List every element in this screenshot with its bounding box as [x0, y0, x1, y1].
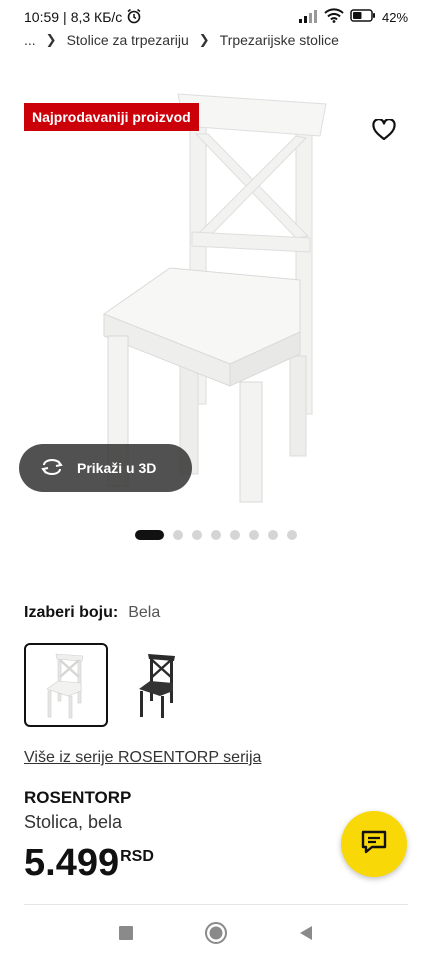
divider	[24, 904, 408, 905]
breadcrumb-item-dining-chairs-sub[interactable]: Trpezarijske stolice	[220, 32, 339, 48]
product-price: 5.499 RSD	[24, 842, 154, 884]
status-time: 10:59	[24, 9, 60, 25]
chat-button[interactable]	[341, 811, 407, 877]
color-label: Izaberi boju:	[24, 604, 119, 621]
battery-icon	[350, 9, 376, 25]
chevron-right-icon: ❯	[198, 32, 210, 47]
status-net-speed: 8,3 КБ/с	[70, 9, 123, 25]
carousel-dot[interactable]	[211, 530, 221, 540]
status-bar: 10:59 | 8,3 КБ/с 42%	[0, 0, 432, 34]
color-option-black[interactable]	[116, 643, 200, 727]
carousel-dot[interactable]	[230, 530, 240, 540]
chat-icon	[361, 830, 387, 859]
nav-back-icon[interactable]	[298, 924, 314, 947]
color-value: Bela	[128, 604, 161, 621]
alarm-icon	[126, 8, 142, 27]
breadcrumb-item-dining-chairs[interactable]: Stolice za trpezariju	[67, 32, 189, 48]
product-description: Stolica, bela	[24, 812, 123, 832]
battery-percent: 42%	[381, 9, 408, 25]
carousel-dot[interactable]	[249, 530, 259, 540]
product-name: ROSENTORP	[24, 788, 132, 807]
color-option-white[interactable]	[24, 643, 108, 727]
price-currency: RSD	[120, 848, 154, 865]
series-link[interactable]: Više iz serije ROSENTORP serija	[24, 749, 261, 767]
carousel-indicator	[0, 529, 432, 541]
nav-home-icon[interactable]	[204, 921, 228, 950]
product-gallery[interactable]: Najprodavaniji proizvod Prikaži u 3D	[0, 56, 432, 526]
product-image	[102, 93, 327, 503]
carousel-dot[interactable]	[173, 530, 183, 540]
color-selector-header: Izaberi boju: Bela	[24, 604, 160, 622]
wifi-icon	[324, 8, 344, 26]
bestseller-badge: Najprodavaniji proizvod	[24, 103, 199, 131]
black-chair-thumbnail	[139, 654, 175, 718]
status-right: 42%	[298, 8, 408, 26]
system-nav-bar	[0, 910, 432, 960]
carousel-dot[interactable]	[287, 530, 297, 540]
price-value: 5.499	[24, 842, 120, 884]
carousel-dot[interactable]	[135, 530, 164, 540]
white-chair-thumbnail	[46, 653, 84, 719]
nav-square-icon[interactable]	[118, 925, 134, 946]
status-left: 10:59 | 8,3 КБ/с	[24, 8, 142, 27]
view-3d-label: Prikaži u 3D	[77, 460, 157, 476]
breadcrumb: ... ❯ Stolice za trpezariju ❯ Trpezarijs…	[24, 30, 339, 50]
breadcrumb-ellipsis[interactable]: ...	[24, 32, 36, 48]
battery-value: 42	[381, 9, 397, 25]
carousel-dot[interactable]	[192, 530, 202, 540]
carousel-dot[interactable]	[268, 530, 278, 540]
heart-icon[interactable]	[370, 116, 398, 144]
chevron-right-icon: ❯	[45, 32, 57, 47]
status-divider: |	[63, 9, 67, 25]
view-3d-button[interactable]: Prikaži u 3D	[19, 444, 192, 492]
signal-icon	[298, 9, 318, 26]
rotate-3d-icon	[39, 458, 65, 479]
